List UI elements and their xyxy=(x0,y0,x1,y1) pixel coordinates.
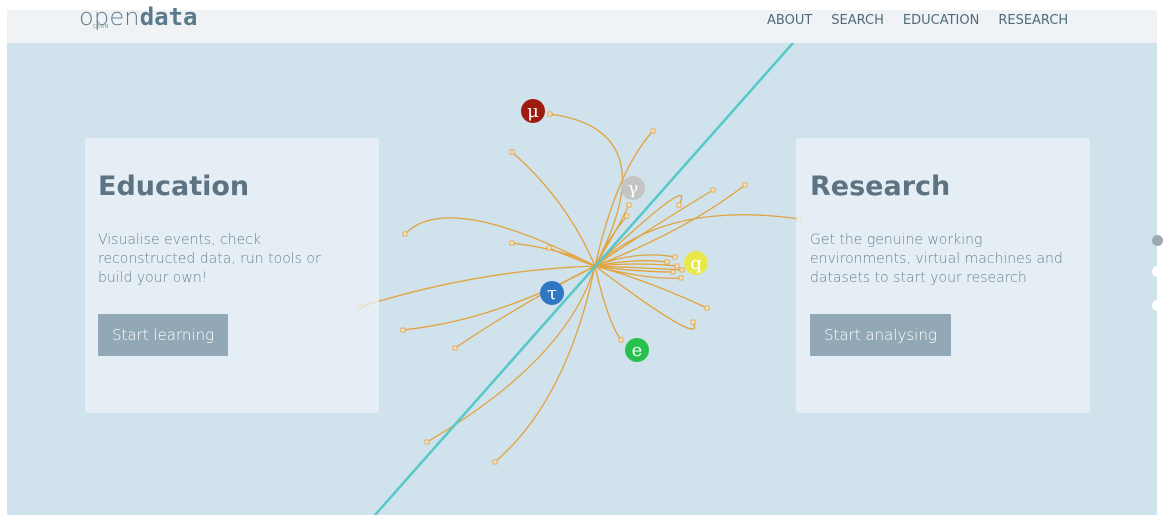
track-endpoint xyxy=(672,254,678,260)
track-endpoint xyxy=(704,305,710,311)
nav-search[interactable]: SEARCH xyxy=(831,11,884,31)
track-endpoint xyxy=(678,275,684,281)
track-endpoint xyxy=(546,245,552,251)
hero-frame: μ γ q τ e opendata CERN ABOUT SEARCH EDUCATI… xyxy=(7,0,1163,515)
particle-track xyxy=(594,265,622,341)
research-card: Research Get the genuine working environ… xyxy=(796,138,1090,413)
muon-particle-symbol: μ xyxy=(527,101,539,122)
particle-track xyxy=(549,113,624,267)
carousel-dot-1[interactable] xyxy=(1152,235,1163,246)
carousel-dot-3[interactable] xyxy=(1152,300,1163,311)
track-endpoint xyxy=(509,149,515,155)
track-endpoint xyxy=(492,459,498,465)
nav-about[interactable]: ABOUT xyxy=(767,11,812,31)
track-endpoint xyxy=(742,182,748,188)
beam-line xyxy=(374,42,794,515)
track-endpoint xyxy=(690,319,696,325)
education-description-line: reconstructed data, run tools or xyxy=(98,251,321,267)
track-endpoint xyxy=(674,263,680,269)
muon-particle-icon: μ xyxy=(521,99,545,123)
tau-particle-icon: τ xyxy=(540,281,564,305)
electron-particle-icon: e xyxy=(625,338,649,362)
track-endpoint xyxy=(509,240,515,246)
start-learning-button[interactable]: Start learning xyxy=(98,314,229,356)
track-endpoint xyxy=(547,111,553,117)
track-endpoint xyxy=(676,202,682,208)
track-endpoint xyxy=(624,213,630,219)
particle-markers: μ γ q τ e xyxy=(521,99,708,362)
carousel-dot-2[interactable] xyxy=(1152,266,1163,277)
track-endpoint xyxy=(679,267,685,273)
logo-data-text: data xyxy=(139,3,198,31)
track-endpoint xyxy=(424,439,430,445)
track-endpoint xyxy=(452,345,458,351)
nav-education[interactable]: EDUCATION xyxy=(903,11,979,31)
education-description-line: Visualise events, check xyxy=(98,232,262,248)
main-nav: ABOUT SEARCH EDUCATION RESEARCH xyxy=(767,11,1068,31)
particle-track xyxy=(511,151,596,267)
track-endpoint xyxy=(670,269,676,275)
logo-cern-subtext: CERN xyxy=(93,24,109,30)
quark-particle-symbol: q xyxy=(690,253,702,274)
track-endpoint xyxy=(618,337,624,343)
research-description-line: Get the genuine working xyxy=(810,232,983,248)
top-navigation-bar: opendata CERN ABOUT SEARCH EDUCATION RES… xyxy=(7,0,1157,43)
logo-open-text: open xyxy=(79,3,140,31)
particle-track xyxy=(404,217,596,267)
start-analysing-button[interactable]: Start analysing xyxy=(810,314,951,356)
track-endpoint xyxy=(402,231,408,237)
track-endpoint xyxy=(664,259,670,265)
tau-particle-symbol: τ xyxy=(547,283,557,304)
track-endpoint xyxy=(710,187,716,193)
track-endpoint xyxy=(626,202,632,208)
electron-particle-symbol: e xyxy=(632,340,643,361)
research-description: Get the genuine working environments, vi… xyxy=(810,231,1085,288)
particle-tracks xyxy=(357,111,802,465)
education-description-line: build your own! xyxy=(98,270,208,286)
nav-research[interactable]: RESEARCH xyxy=(998,11,1068,31)
research-title: Research xyxy=(810,171,951,202)
opendata-logo[interactable]: opendata xyxy=(79,3,198,37)
photon-particle-symbol: γ xyxy=(628,178,639,199)
education-description: Visualise events, check reconstructed da… xyxy=(98,231,368,288)
research-description-line: datasets to start your research xyxy=(810,270,1027,286)
research-description-line: environments, virtual machines and xyxy=(810,251,1063,267)
particle-track xyxy=(426,265,596,443)
quark-particle-icon: q xyxy=(684,251,708,275)
education-card: Education Visualise events, check recons… xyxy=(85,138,379,413)
track-endpoint xyxy=(650,128,656,134)
particle-track xyxy=(594,184,746,267)
education-title: Education xyxy=(98,171,250,202)
photon-particle-icon: γ xyxy=(621,176,645,200)
track-endpoint xyxy=(400,327,406,333)
